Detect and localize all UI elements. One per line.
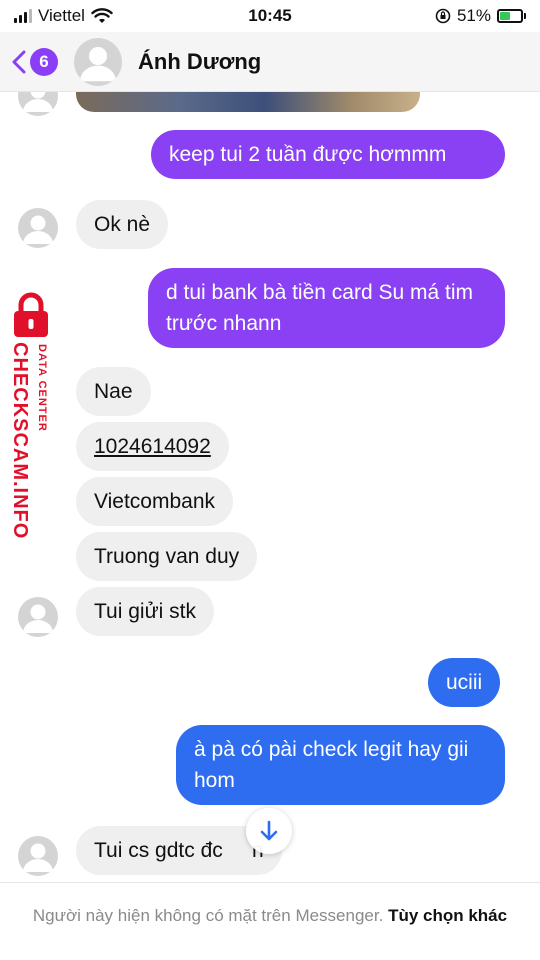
incoming-message[interactable]: Nae <box>76 367 151 416</box>
sender-avatar <box>18 208 58 248</box>
sender-avatar <box>18 597 58 637</box>
battery-icon <box>497 9 526 23</box>
status-right: 51% <box>435 6 526 26</box>
signal-icon <box>14 9 32 23</box>
orientation-lock-icon <box>435 8 451 24</box>
battery-percent: 51% <box>456 6 491 25</box>
incoming-message[interactable]: Truong van duy <box>76 532 258 581</box>
status-bar: Viettel 10:45 51% <box>0 0 540 32</box>
incoming-message[interactable]: Vietcombank <box>76 477 234 526</box>
conversation-header: 6 Ánh Dương <box>0 32 540 92</box>
back-chevron-icon[interactable] <box>12 50 26 74</box>
unavailable-notice: Người này hiện không có mặt trên Messeng… <box>0 882 540 960</box>
lock-icon <box>14 292 48 337</box>
shared-image-message[interactable] <box>76 92 420 112</box>
person-icon <box>23 604 53 633</box>
scroll-down-arrow-icon <box>260 820 278 841</box>
contact-name[interactable]: Ánh Dương <box>138 49 261 75</box>
outgoing-message[interactable]: keep tui 2 tuần được hơmmm <box>151 130 505 179</box>
sender-avatar <box>18 836 58 876</box>
watermark-title: CHECKSCAM.INFO <box>9 342 31 540</box>
sender-avatar <box>18 92 58 116</box>
outgoing-message[interactable]: uciii <box>428 658 501 707</box>
outgoing-message[interactable]: à pà có pài check legit hay gii hom <box>176 725 505 805</box>
watermark-subtitle: DATA CENTER <box>36 344 48 432</box>
wifi-icon <box>91 8 113 23</box>
contact-avatar[interactable] <box>74 37 122 86</box>
unavailable-text: Người này hiện không có mặt trên Messeng… <box>32 906 384 925</box>
person-icon <box>23 92 53 112</box>
status-left: Viettel <box>14 6 113 26</box>
unread-count-badge[interactable]: 6 <box>30 47 58 76</box>
incoming-message[interactable]: Tui giửi stk <box>76 587 214 636</box>
more-options-link[interactable]: Tùy chọn khác <box>388 906 507 925</box>
person-icon <box>80 46 116 81</box>
carrier-label: Viettel <box>38 6 85 25</box>
person-icon <box>23 215 53 244</box>
watermark: CHECKSCAM.INFO DATA CENTER <box>4 290 60 550</box>
scroll-to-bottom-button[interactable] <box>246 808 292 854</box>
outgoing-message[interactable]: d tui bank bà tiền card Su má tim trước … <box>148 268 505 348</box>
person-icon <box>23 843 53 872</box>
incoming-message[interactable]: Ok nè <box>76 200 169 249</box>
incoming-message-account-number[interactable]: 1024614092 <box>76 422 229 471</box>
message-list[interactable]: keep tui 2 tuần được hơmmm Ok nè d tui b… <box>0 92 540 882</box>
